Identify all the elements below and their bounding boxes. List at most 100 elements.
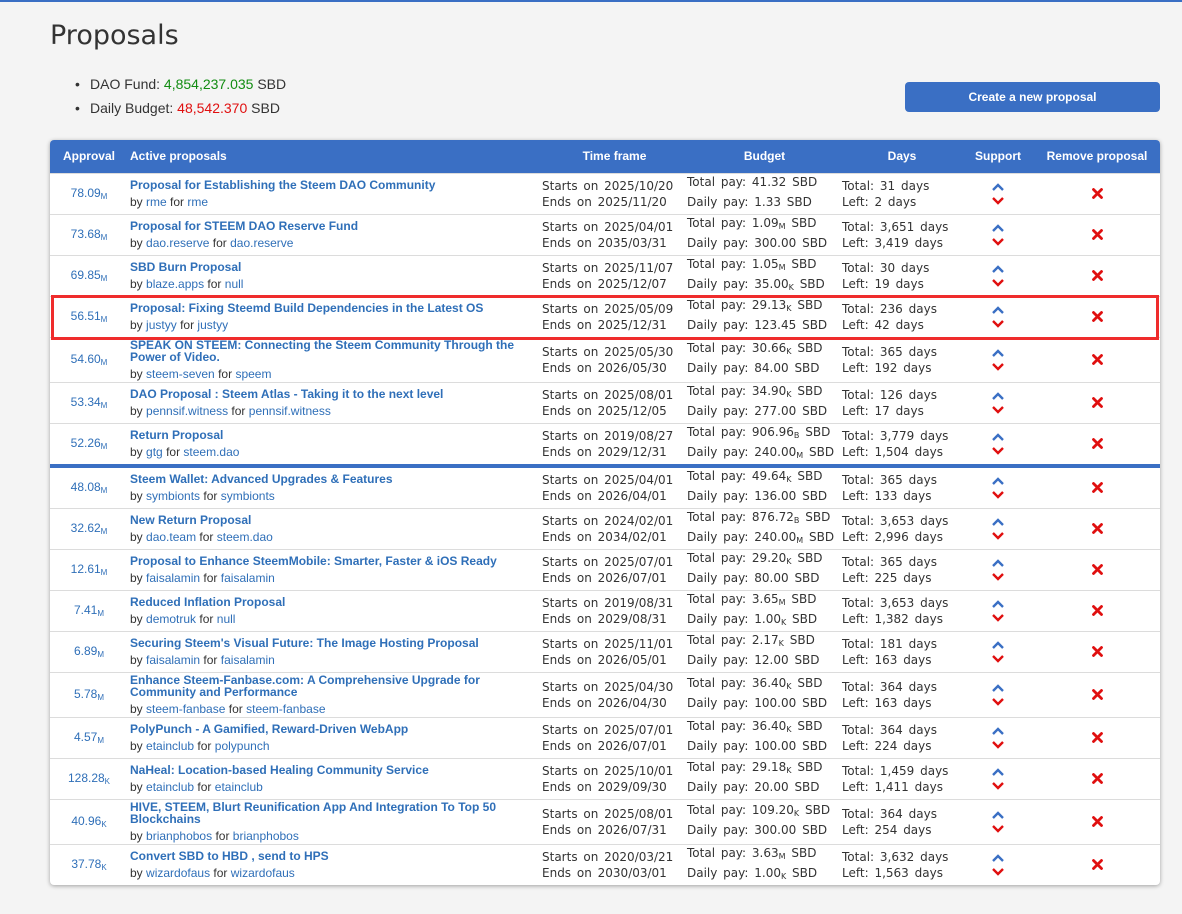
cross-icon[interactable] <box>1091 687 1103 703</box>
receiver-link[interactable]: etainclub <box>215 780 263 794</box>
cross-icon[interactable] <box>1091 352 1103 368</box>
creator-link[interactable]: gtg <box>146 445 163 459</box>
receiver-link[interactable]: null <box>225 277 244 291</box>
cross-icon[interactable] <box>1091 186 1103 202</box>
proposal-title-link[interactable]: Reduced Inflation Proposal <box>130 596 542 608</box>
chevron-down-icon[interactable] <box>962 695 1034 709</box>
proposal-title-link[interactable]: Proposal for STEEM DAO Reserve Fund <box>130 220 542 232</box>
chevron-down-icon[interactable] <box>962 652 1034 666</box>
creator-link[interactable]: faisalamin <box>146 653 200 667</box>
chevron-up-icon[interactable] <box>962 221 1034 235</box>
creator-link[interactable]: justyy <box>146 318 177 332</box>
proposal-title-link[interactable]: Proposal for Establishing the Steem DAO … <box>130 179 542 191</box>
receiver-link[interactable]: steem-fanbase <box>246 702 325 716</box>
proposal-title-link[interactable]: Steem Wallet: Advanced Upgrades & Featur… <box>130 473 542 485</box>
chevron-down-icon[interactable] <box>962 779 1034 793</box>
header-approval[interactable]: Approval <box>50 140 128 173</box>
cross-icon[interactable] <box>1091 857 1103 873</box>
receiver-link[interactable]: polypunch <box>215 739 270 753</box>
creator-link[interactable]: demotruk <box>146 612 196 626</box>
creator-link[interactable]: wizardofaus <box>146 866 210 880</box>
chevron-down-icon[interactable] <box>962 317 1034 331</box>
proposal-title-link[interactable]: Proposal to Enhance SteemMobile: Smarter… <box>130 555 542 567</box>
proposal-title-link[interactable]: SPEAK ON STEEM: Connecting the Steem Com… <box>130 339 542 363</box>
chevron-up-icon[interactable] <box>962 765 1034 779</box>
receiver-link[interactable]: dao.reserve <box>230 236 293 250</box>
chevron-up-icon[interactable] <box>962 638 1034 652</box>
chevron-down-icon[interactable] <box>962 444 1034 458</box>
chevron-down-icon[interactable] <box>962 276 1034 290</box>
creator-link[interactable]: steem-fanbase <box>146 702 225 716</box>
cross-icon[interactable] <box>1091 227 1103 243</box>
chevron-down-icon[interactable] <box>962 488 1034 502</box>
cross-icon[interactable] <box>1091 480 1103 496</box>
chevron-up-icon[interactable] <box>962 346 1034 360</box>
receiver-link[interactable]: justyy <box>197 318 228 332</box>
creator-link[interactable]: etainclub <box>146 739 194 753</box>
chevron-up-icon[interactable] <box>962 430 1034 444</box>
proposal-title-link[interactable]: Convert SBD to HBD , send to HPS <box>130 850 542 862</box>
chevron-up-icon[interactable] <box>962 556 1034 570</box>
receiver-link[interactable]: steem.dao <box>217 530 273 544</box>
chevron-up-icon[interactable] <box>962 180 1034 194</box>
receiver-link[interactable]: symbionts <box>221 489 275 503</box>
creator-link[interactable]: blaze.apps <box>146 277 204 291</box>
receiver-link[interactable]: rme <box>187 195 208 209</box>
cross-icon[interactable] <box>1091 268 1103 284</box>
chevron-up-icon[interactable] <box>962 262 1034 276</box>
creator-link[interactable]: symbionts <box>146 489 200 503</box>
chevron-down-icon[interactable] <box>962 529 1034 543</box>
chevron-up-icon[interactable] <box>962 303 1034 317</box>
chevron-up-icon[interactable] <box>962 474 1034 488</box>
receiver-link[interactable]: faisalamin <box>221 571 275 585</box>
chevron-down-icon[interactable] <box>962 235 1034 249</box>
chevron-up-icon[interactable] <box>962 389 1034 403</box>
cross-icon[interactable] <box>1091 395 1103 411</box>
chevron-down-icon[interactable] <box>962 403 1034 417</box>
chevron-up-icon[interactable] <box>962 681 1034 695</box>
creator-link[interactable]: rme <box>146 195 167 209</box>
receiver-link[interactable]: null <box>217 612 236 626</box>
chevron-down-icon[interactable] <box>962 611 1034 625</box>
cross-icon[interactable] <box>1091 644 1103 660</box>
proposal-title-link[interactable]: Enhance Steem-Fanbase.com: A Comprehensi… <box>130 674 542 698</box>
chevron-up-icon[interactable] <box>962 597 1034 611</box>
cross-icon[interactable] <box>1091 814 1103 830</box>
receiver-link[interactable]: speem <box>235 367 271 381</box>
proposal-title-link[interactable]: Proposal: Fixing Steemd Build Dependenci… <box>130 302 542 314</box>
chevron-up-icon[interactable] <box>962 808 1034 822</box>
proposal-title-link[interactable]: Securing Steem's Visual Future: The Imag… <box>130 637 542 649</box>
cross-icon[interactable] <box>1091 730 1103 746</box>
chevron-down-icon[interactable] <box>962 822 1034 836</box>
chevron-up-icon[interactable] <box>962 851 1034 865</box>
creator-link[interactable]: pennsif.witness <box>146 404 228 418</box>
receiver-link[interactable]: wizardofaus <box>231 866 295 880</box>
chevron-down-icon[interactable] <box>962 570 1034 584</box>
proposal-title-link[interactable]: NaHeal: Location-based Healing Community… <box>130 764 542 776</box>
cross-icon[interactable] <box>1091 521 1103 537</box>
create-proposal-button[interactable]: Create a new proposal <box>905 82 1160 112</box>
cross-icon[interactable] <box>1091 562 1103 578</box>
proposal-title-link[interactable]: HIVE, STEEM, Blurt Reunification App And… <box>130 801 542 825</box>
creator-link[interactable]: brianphobos <box>146 829 212 843</box>
receiver-link[interactable]: steem.dao <box>183 445 239 459</box>
cross-icon[interactable] <box>1091 309 1103 325</box>
receiver-link[interactable]: faisalamin <box>221 653 275 667</box>
proposal-title-link[interactable]: DAO Proposal : Steem Atlas - Taking it t… <box>130 388 542 400</box>
creator-link[interactable]: dao.reserve <box>146 236 209 250</box>
creator-link[interactable]: dao.team <box>146 530 196 544</box>
receiver-link[interactable]: brianphobos <box>233 829 299 843</box>
chevron-down-icon[interactable] <box>962 738 1034 752</box>
proposal-title-link[interactable]: Return Proposal <box>130 429 542 441</box>
cross-icon[interactable] <box>1091 436 1103 452</box>
chevron-down-icon[interactable] <box>962 360 1034 374</box>
creator-link[interactable]: steem-seven <box>146 367 215 381</box>
proposal-title-link[interactable]: PolyPunch - A Gamified, Reward-Driven We… <box>130 723 542 735</box>
cross-icon[interactable] <box>1091 603 1103 619</box>
chevron-down-icon[interactable] <box>962 865 1034 879</box>
chevron-up-icon[interactable] <box>962 724 1034 738</box>
creator-link[interactable]: faisalamin <box>146 571 200 585</box>
cross-icon[interactable] <box>1091 771 1103 787</box>
receiver-link[interactable]: pennsif.witness <box>249 404 331 418</box>
creator-link[interactable]: etainclub <box>146 780 194 794</box>
